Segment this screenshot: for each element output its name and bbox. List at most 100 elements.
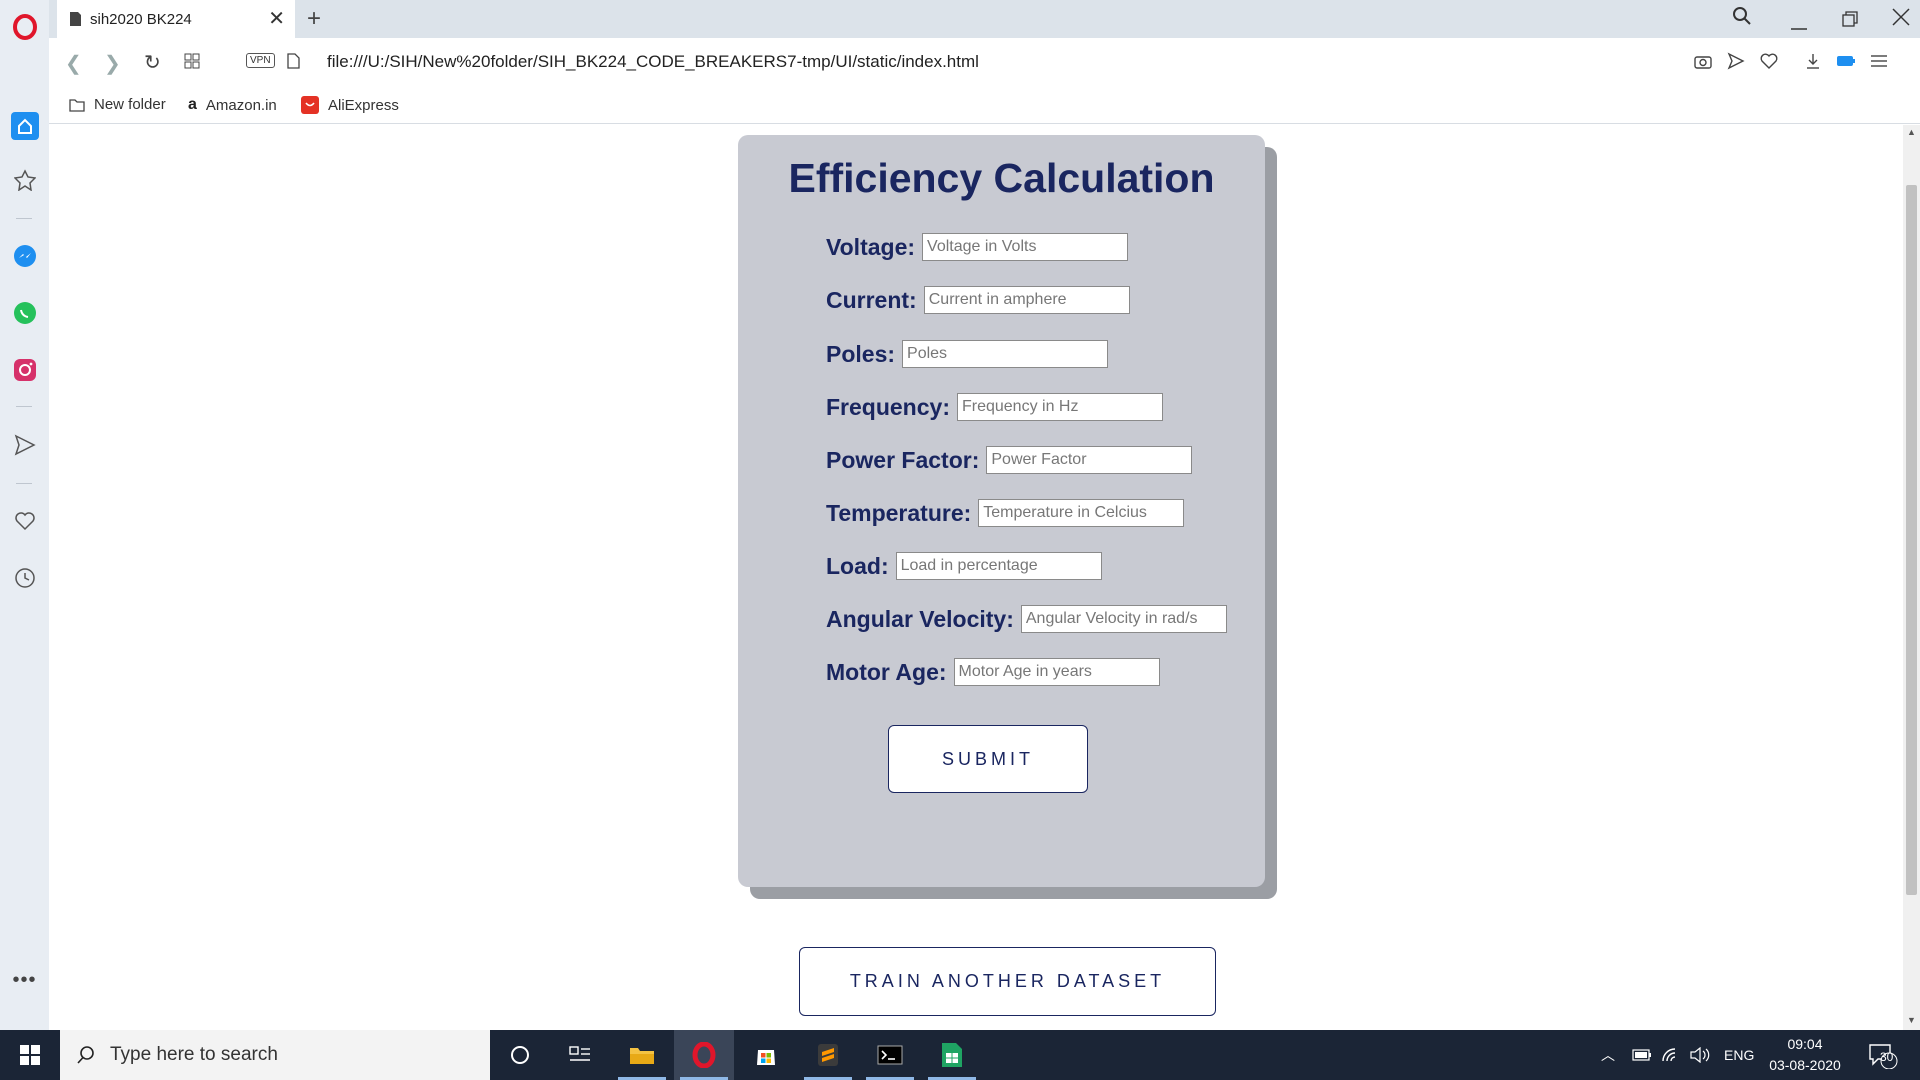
motor-age-row: Motor Age: xyxy=(826,658,1160,686)
load-row: Load: xyxy=(826,552,1102,580)
terminal-icon[interactable] xyxy=(860,1030,920,1080)
whatsapp-icon[interactable] xyxy=(0,293,49,333)
poles-input[interactable] xyxy=(902,340,1109,368)
tab-title: sih2020 BK224 xyxy=(90,10,192,28)
power-factor-input[interactable] xyxy=(986,446,1193,474)
opera-taskbar-icon[interactable] xyxy=(674,1030,734,1080)
instagram-icon[interactable] xyxy=(0,350,49,390)
url-field[interactable]: file:///U:/SIH/New%20folder/SIH_BK224_CO… xyxy=(327,52,979,72)
temperature-row: Temperature: xyxy=(826,499,1185,527)
add-to-favorites-heart-icon[interactable] xyxy=(1758,50,1780,72)
windows-start-icon[interactable] xyxy=(0,1030,60,1080)
poles-row: Poles: xyxy=(826,340,1109,368)
page-content: Efficiency Calculation Voltage: Current:… xyxy=(49,125,1903,1030)
motor-age-label: Motor Age: xyxy=(826,658,947,685)
frequency-label: Frequency: xyxy=(826,393,950,420)
volume-icon[interactable] xyxy=(1690,1030,1712,1080)
address-bar: ❮ ❯ ↻ VPN file:///U:/SIH/New%20folder/SI… xyxy=(49,38,1920,88)
tab-grid-icon[interactable] xyxy=(184,52,200,75)
voltage-label: Voltage: xyxy=(826,233,916,260)
easy-setup-icon[interactable] xyxy=(1868,50,1890,72)
new-tab-plus-icon[interactable]: + xyxy=(307,5,321,33)
send-icon[interactable] xyxy=(1725,50,1747,72)
poles-label: Poles: xyxy=(826,340,896,367)
minimize-icon[interactable] xyxy=(1791,14,1807,37)
frequency-input[interactable] xyxy=(956,393,1163,421)
close-window-icon[interactable] xyxy=(1892,8,1910,32)
browser-sidebar: ••• xyxy=(0,0,49,1030)
show-hidden-icons-chevron-icon[interactable]: ︿ xyxy=(1601,1030,1615,1080)
scroll-up-icon[interactable]: ▲ xyxy=(1907,127,1916,137)
wifi-icon[interactable] xyxy=(1661,1030,1681,1080)
active-tab[interactable]: sih2020 BK224 ✕ xyxy=(57,0,295,38)
messenger-icon[interactable] xyxy=(0,236,49,276)
close-tab-icon[interactable]: ✕ xyxy=(268,9,285,29)
battery-saver-icon[interactable] xyxy=(1835,50,1857,72)
folder-icon xyxy=(69,98,85,112)
forward-arrow-icon[interactable]: ❯ xyxy=(104,51,121,76)
taskbar-clock[interactable]: 09:04 03-08-2020 xyxy=(1765,1034,1845,1076)
bookmark-aliexpress[interactable]: AliExpress xyxy=(301,96,399,114)
voltage-row: Voltage: xyxy=(826,233,1129,261)
sublime-text-icon[interactable] xyxy=(798,1030,858,1080)
microsoft-store-icon[interactable] xyxy=(736,1030,796,1080)
cortana-icon[interactable] xyxy=(490,1030,550,1080)
train-another-dataset-button[interactable]: TRAIN ANOTHER DATASET xyxy=(799,947,1216,1016)
heart-icon[interactable] xyxy=(0,501,49,541)
load-label: Load: xyxy=(826,552,889,579)
file-page-icon xyxy=(287,52,300,75)
power-factor-label: Power Factor: xyxy=(826,446,980,473)
aliexpress-icon xyxy=(301,96,319,114)
send-arrow-icon[interactable] xyxy=(0,425,49,465)
page-icon xyxy=(70,12,81,26)
download-icon[interactable] xyxy=(1802,50,1824,72)
submit-button[interactable]: SUBMIT xyxy=(888,725,1088,793)
windows-taskbar: Type here to search ︿ ENG 09:04 03-08-20… xyxy=(0,1030,1920,1080)
task-view-icon[interactable] xyxy=(550,1030,610,1080)
search-icon xyxy=(77,1046,94,1064)
bookmarks-bar: New folder a Amazon.in AliExpress xyxy=(49,88,1920,124)
opera-logo-icon[interactable] xyxy=(0,4,49,50)
clock-time: 09:04 xyxy=(1787,1036,1823,1052)
load-input[interactable] xyxy=(895,552,1102,580)
snapshot-camera-icon[interactable] xyxy=(1692,50,1714,72)
file-explorer-icon[interactable] xyxy=(612,1030,672,1080)
reload-icon[interactable]: ↻ xyxy=(144,50,161,75)
page-scrollbar[interactable]: ▲ ▼ xyxy=(1903,125,1920,1030)
current-label: Current: xyxy=(826,286,917,313)
motor-age-input[interactable] xyxy=(953,658,1160,686)
current-row: Current: xyxy=(826,286,1130,314)
battery-icon[interactable] xyxy=(1632,1030,1652,1080)
tab-strip: sih2020 BK224 ✕ + xyxy=(49,0,1920,38)
temperature-input[interactable] xyxy=(978,499,1185,527)
amazon-icon: a xyxy=(188,96,197,113)
more-dots-icon[interactable]: ••• xyxy=(0,960,49,1000)
power-factor-row: Power Factor: xyxy=(826,446,1193,474)
bookmark-amazon[interactable]: a Amazon.in xyxy=(188,96,277,114)
restore-window-icon[interactable] xyxy=(1842,10,1858,33)
frequency-row: Frequency: xyxy=(826,393,1163,421)
taskbar-search-box[interactable]: Type here to search xyxy=(60,1030,490,1080)
angular-velocity-label: Angular Velocity: xyxy=(826,605,1014,632)
current-input[interactable] xyxy=(923,286,1130,314)
language-indicator[interactable]: ENG xyxy=(1724,1030,1754,1080)
bookmarks-star-icon[interactable] xyxy=(0,160,49,200)
angular-velocity-input[interactable] xyxy=(1020,605,1227,633)
voltage-input[interactable] xyxy=(922,233,1129,261)
scroll-down-icon[interactable]: ▼ xyxy=(1907,1015,1916,1025)
search-placeholder: Type here to search xyxy=(110,1044,278,1065)
bookmark-new-folder[interactable]: New folder xyxy=(69,96,166,113)
efficiency-form-card: Efficiency Calculation Voltage: Current:… xyxy=(738,135,1265,887)
scroll-thumb[interactable] xyxy=(1906,185,1917,895)
temperature-label: Temperature: xyxy=(826,499,972,526)
action-center-icon[interactable]: 30 xyxy=(1868,1030,1898,1080)
form-title: Efficiency Calculation xyxy=(788,155,1215,201)
speed-dial-icon[interactable] xyxy=(0,106,49,146)
history-clock-icon[interactable] xyxy=(0,558,49,598)
notification-count: 30 xyxy=(1880,1050,1894,1064)
search-tabs-icon[interactable] xyxy=(1732,6,1752,32)
angular-velocity-row: Angular Velocity: xyxy=(826,605,1227,633)
spreadsheet-icon[interactable] xyxy=(922,1030,982,1080)
back-arrow-icon[interactable]: ❮ xyxy=(65,51,82,76)
vpn-badge[interactable]: VPN xyxy=(246,53,275,68)
